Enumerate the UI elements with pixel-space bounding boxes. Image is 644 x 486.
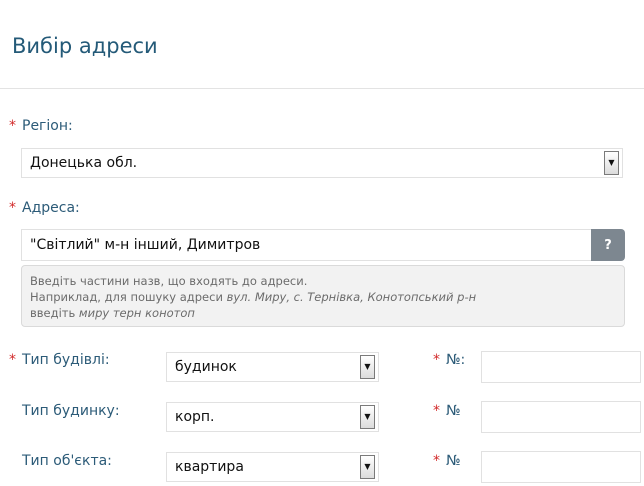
hint-line-2-prefix: Наприклад, для пошуку адреси bbox=[30, 290, 227, 304]
address-hint: Введіть частини назв, що входять до адре… bbox=[21, 265, 625, 327]
building-number-label-text: №: bbox=[446, 352, 466, 368]
object-type-select[interactable]: квартира ▼ bbox=[166, 452, 379, 482]
building-type-label-text: Тип будівлі: bbox=[22, 352, 110, 368]
required-marker: * bbox=[433, 352, 440, 368]
building-type-value: будинок bbox=[175, 359, 237, 375]
object-number-input[interactable] bbox=[481, 451, 641, 483]
hint-line-3-example: миру терн конотоп bbox=[78, 306, 195, 320]
object-type-label-text: Тип об'єкта: bbox=[22, 453, 112, 469]
region-label: * Регіон: bbox=[9, 118, 73, 134]
object-number-label: * № bbox=[433, 453, 461, 469]
hint-line-3-prefix: введіть bbox=[30, 306, 79, 320]
building-type-label: * Тип будівлі: bbox=[9, 352, 110, 368]
hint-line-2-example: вул. Миру, с. Тернівка, Конотопський р-н bbox=[226, 290, 477, 304]
title-divider bbox=[0, 88, 644, 89]
building-type-select[interactable]: будинок ▼ bbox=[166, 352, 379, 382]
required-marker: * bbox=[433, 403, 440, 419]
house-type-value: корп. bbox=[175, 409, 215, 425]
address-label-text: Адреса: bbox=[22, 200, 80, 216]
house-type-label-text: Тип будинку: bbox=[22, 403, 120, 419]
house-type-select[interactable]: корп. ▼ bbox=[166, 402, 379, 432]
building-number-input[interactable] bbox=[481, 351, 641, 383]
required-marker: * bbox=[9, 200, 16, 216]
house-type-label: Тип будинку: bbox=[22, 403, 120, 419]
page-title: Вибір адреси bbox=[12, 34, 158, 58]
building-number-label: * №: bbox=[433, 352, 465, 368]
region-label-text: Регіон: bbox=[22, 118, 73, 134]
object-type-value: квартира bbox=[175, 459, 244, 475]
chevron-down-icon[interactable]: ▼ bbox=[360, 455, 375, 479]
hint-line-3: введіть миру терн конотоп bbox=[30, 305, 616, 321]
required-marker: * bbox=[9, 352, 16, 368]
house-number-input[interactable] bbox=[481, 401, 641, 433]
chevron-down-icon[interactable]: ▼ bbox=[360, 355, 375, 379]
object-type-label: Тип об'єкта: bbox=[22, 453, 112, 469]
chevron-down-icon[interactable]: ▼ bbox=[604, 151, 619, 175]
hint-line-2: Наприклад, для пошуку адреси вул. Миру, … bbox=[30, 289, 616, 305]
house-number-label: * № bbox=[433, 403, 461, 419]
address-label: * Адреса: bbox=[9, 200, 80, 216]
region-select[interactable]: Донецька обл. ▼ bbox=[21, 148, 623, 178]
help-button[interactable]: ? bbox=[591, 229, 625, 261]
address-input[interactable]: "Світлий" м-н інший, Димитров bbox=[21, 229, 592, 261]
house-number-label-text: № bbox=[446, 403, 461, 419]
help-icon: ? bbox=[604, 237, 612, 253]
region-select-value: Донецька обл. bbox=[30, 155, 138, 171]
hint-line-1: Введіть частини назв, що входять до адре… bbox=[30, 274, 308, 288]
address-input-value: "Світлий" м-н інший, Димитров bbox=[30, 237, 261, 253]
required-marker: * bbox=[9, 118, 16, 134]
chevron-down-icon[interactable]: ▼ bbox=[360, 405, 375, 429]
required-marker: * bbox=[433, 453, 440, 469]
object-number-label-text: № bbox=[446, 453, 461, 469]
